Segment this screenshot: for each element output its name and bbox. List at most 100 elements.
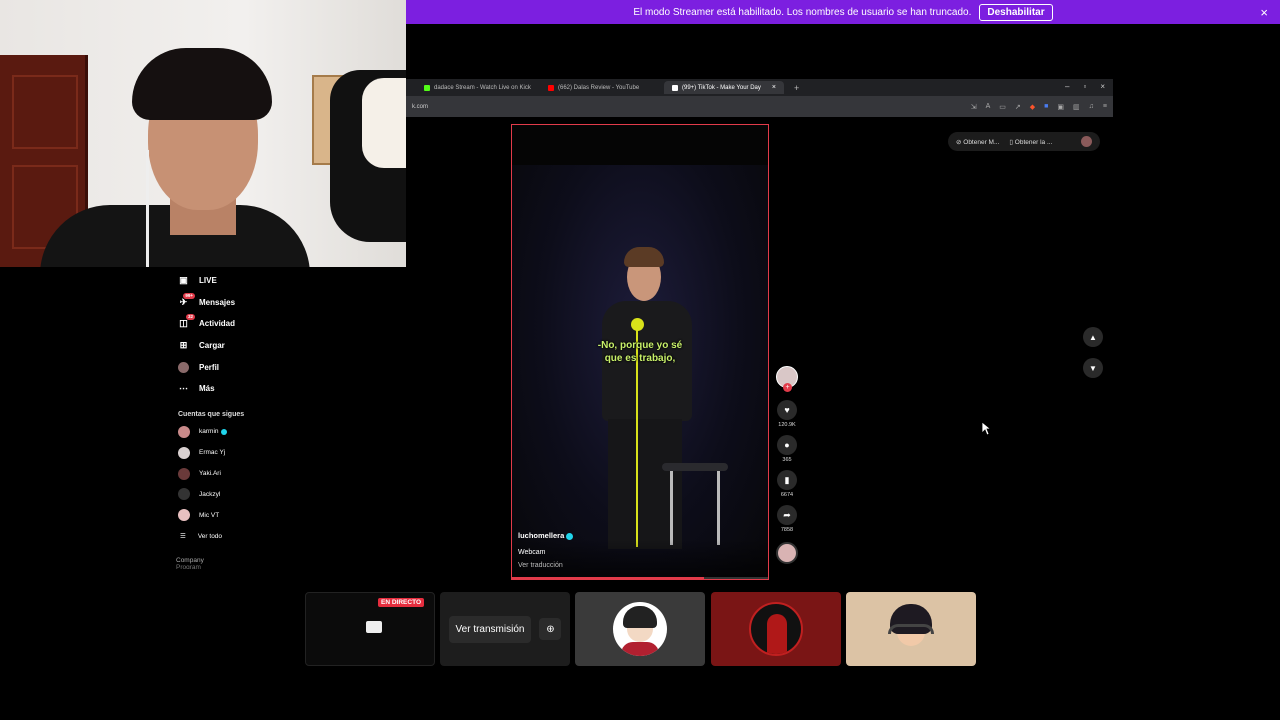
video-progress-bar[interactable] bbox=[512, 577, 768, 579]
menu-icon[interactable]: ≡ bbox=[1103, 103, 1107, 111]
participant-avatar bbox=[749, 602, 803, 656]
decorative-lamp bbox=[362, 78, 406, 168]
popout-stream-button[interactable]: ⊕ bbox=[539, 618, 562, 640]
new-tab-button[interactable]: + bbox=[788, 83, 805, 93]
avatar bbox=[178, 488, 190, 501]
account-name: Mic VT bbox=[199, 511, 220, 519]
upload-icon: ⊞ bbox=[179, 340, 188, 351]
window-close-icon[interactable]: × bbox=[1100, 82, 1105, 91]
like-count: 120.9K bbox=[778, 422, 796, 428]
translate-icon[interactable]: A bbox=[986, 103, 991, 111]
url-text: k.com bbox=[412, 103, 429, 110]
kick-favicon-icon bbox=[424, 84, 430, 91]
streamer-hair bbox=[132, 48, 272, 120]
watch-stream-button[interactable]: Ver transmisión bbox=[448, 615, 532, 643]
sidebar-item-profile[interactable]: Perfil bbox=[176, 356, 306, 378]
video-top-shade bbox=[512, 125, 768, 165]
address-bar[interactable]: k.com ⇲ A ▭ ↗ ◆ ■ ▣ ▥ ♫ ≡ bbox=[406, 96, 1113, 117]
sidebar-item-live[interactable]: ▣ LIVE bbox=[176, 270, 306, 292]
verified-icon bbox=[220, 428, 227, 435]
sidebar-item-label: Más bbox=[199, 384, 215, 394]
get-app-label: Obtener la ... bbox=[1014, 138, 1053, 146]
brave-shield-icon[interactable]: ◆ bbox=[1030, 103, 1035, 111]
previous-video-button[interactable]: ▲ bbox=[1083, 327, 1103, 347]
comment-count: 365 bbox=[782, 457, 792, 463]
extension-icon[interactable]: ⇲ bbox=[971, 103, 977, 111]
save-count: 6674 bbox=[780, 492, 794, 498]
following-account[interactable]: karmin bbox=[178, 422, 306, 443]
bookmark-icon: ▮ bbox=[784, 474, 790, 485]
tab-strip: dadace Stream - Watch Live on Kick (662)… bbox=[406, 79, 1113, 96]
extensions-icon[interactable]: ▣ bbox=[1057, 103, 1064, 111]
video-author[interactable]: luchomellera bbox=[518, 531, 574, 540]
bookmark-icon[interactable]: ■ bbox=[1044, 103, 1048, 111]
live-badge: EN DIRECTO bbox=[378, 598, 424, 607]
get-app-button[interactable]: ▯ Obtener la ... bbox=[1009, 138, 1052, 146]
stool-legs bbox=[670, 471, 720, 545]
video-progress-fill bbox=[512, 577, 704, 579]
tab-close-icon[interactable]: × bbox=[772, 84, 776, 91]
sidebar-item-messages[interactable]: ✈ 99+ Mensajes bbox=[176, 292, 306, 314]
following-account[interactable]: Mic VT bbox=[178, 505, 306, 526]
sidebar-item-upload[interactable]: ⊞ Cargar bbox=[176, 335, 306, 357]
sidebar-item-label: Perfil bbox=[199, 362, 220, 372]
maximize-icon[interactable]: ▫ bbox=[1083, 82, 1086, 91]
creator-avatar-follow[interactable] bbox=[776, 366, 798, 392]
chevron-down-icon: ▼ bbox=[1089, 363, 1097, 373]
live-stream-tile[interactable]: EN DIRECTO bbox=[305, 592, 435, 666]
next-video-button[interactable]: ▼ bbox=[1083, 358, 1103, 378]
streamer-mode-message: El modo Streamer está habilitado. Los no… bbox=[633, 6, 972, 18]
cast-icon[interactable]: ▭ bbox=[999, 103, 1006, 111]
video-player[interactable]: -No, porque yo sé que es trabajo, luchom… bbox=[511, 124, 769, 580]
following-account[interactable]: Yaki.Ari bbox=[178, 463, 306, 484]
tab-youtube[interactable]: (662) Dalas Review - YouTube bbox=[540, 81, 660, 94]
close-icon[interactable]: × bbox=[1260, 5, 1268, 20]
subtitle-line-2: que es trabajo, bbox=[604, 353, 676, 364]
sidebar-item-label: LIVE bbox=[199, 276, 217, 286]
tab-kick[interactable]: dadace Stream - Watch Live on Kick bbox=[416, 81, 536, 94]
account-name: Jackzyl bbox=[199, 490, 221, 498]
participant-tile[interactable] bbox=[711, 592, 841, 666]
youtube-favicon-icon bbox=[548, 84, 554, 91]
comment-button[interactable]: ● bbox=[777, 435, 797, 455]
footer-program-link[interactable]: Program bbox=[176, 564, 306, 569]
sound-disc-avatar[interactable] bbox=[776, 542, 798, 564]
watch-stream-tile[interactable]: Ver transmisión ⊕ bbox=[440, 592, 570, 666]
following-account[interactable]: Jackzyl bbox=[178, 484, 306, 505]
tab-label: (662) Dalas Review - YouTube bbox=[558, 84, 640, 91]
see-all-following[interactable]: ☰ Ver todo bbox=[180, 526, 306, 547]
stream-preview-thumbnail bbox=[366, 621, 382, 633]
following-header: Cuentas que sigues bbox=[178, 410, 245, 418]
get-coins-button[interactable]: ⊘ Obtener M... bbox=[956, 138, 999, 146]
participant-tile[interactable] bbox=[575, 592, 705, 666]
see-translation-link[interactable]: Ver traducción bbox=[518, 562, 563, 569]
account-name: karmin bbox=[199, 428, 219, 436]
messages-badge: 99+ bbox=[183, 292, 195, 299]
account-name: Ermac Yj bbox=[199, 449, 226, 457]
sidebar-item-activity[interactable]: ◫ 32 Actividad bbox=[176, 313, 306, 335]
following-account[interactable]: Ermac Yj bbox=[178, 442, 306, 463]
profile-avatar[interactable] bbox=[1081, 136, 1092, 147]
footer-company-link[interactable]: Company bbox=[176, 557, 306, 564]
music-icon[interactable]: ♫ bbox=[1089, 103, 1094, 111]
avatar bbox=[178, 446, 190, 459]
save-button[interactable]: ▮ bbox=[777, 470, 797, 490]
live-icon: ▣ bbox=[179, 275, 188, 286]
mouse-cursor-icon bbox=[981, 421, 991, 436]
share-button[interactable]: ➦ bbox=[777, 505, 797, 525]
sidebar-item-more[interactable]: ⋯ Más bbox=[176, 378, 306, 400]
verified-icon bbox=[566, 532, 574, 540]
webcam-feed bbox=[0, 0, 406, 267]
earphone-wire bbox=[146, 150, 149, 267]
tab-tiktok[interactable]: (99+) TikTok - Make Your Day × bbox=[664, 81, 784, 94]
participant-tile[interactable] bbox=[846, 592, 976, 666]
like-button[interactable]: ♥ bbox=[777, 400, 797, 420]
minimize-icon[interactable]: – bbox=[1065, 82, 1069, 91]
see-all-label: Ver todo bbox=[197, 532, 223, 540]
tab-label: dadace Stream - Watch Live on Kick bbox=[434, 84, 531, 91]
avatar bbox=[178, 425, 190, 438]
avatar bbox=[178, 467, 190, 480]
disable-streamer-mode-button[interactable]: Deshabilitar bbox=[979, 3, 1053, 21]
share-icon[interactable]: ↗ bbox=[1015, 103, 1021, 111]
sidebar-icon[interactable]: ▥ bbox=[1073, 103, 1080, 111]
